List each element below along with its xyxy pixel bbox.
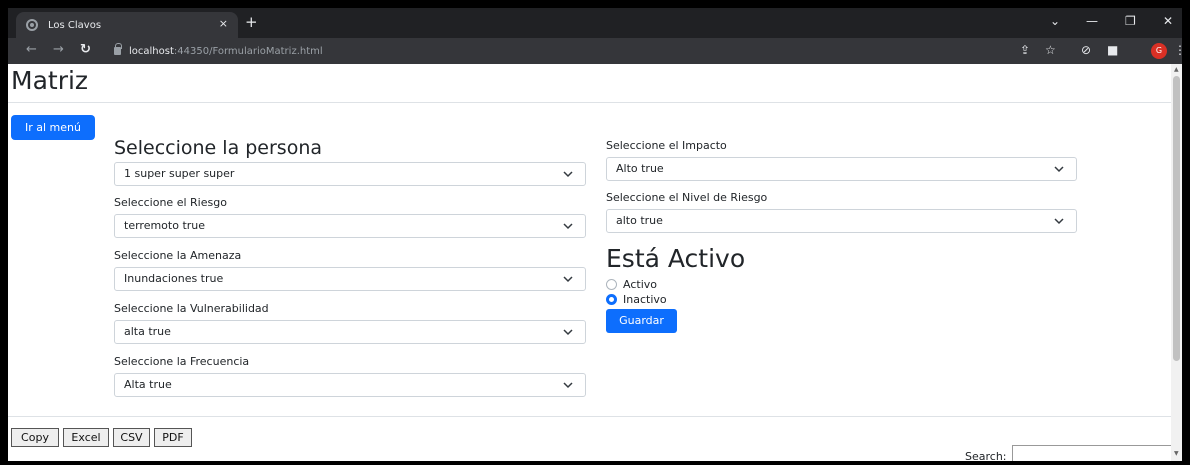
share-icon[interactable]: ⇪ xyxy=(1020,43,1030,57)
radio-inactivo-row[interactable]: Inactivo xyxy=(606,293,667,306)
chevron-down-icon xyxy=(563,171,573,178)
divider xyxy=(8,102,1171,103)
radio-inactivo-label: Inactivo xyxy=(623,293,667,306)
csv-button[interactable]: CSV xyxy=(113,428,150,447)
chevron-down-icon xyxy=(563,276,573,283)
persona-select[interactable]: 1 super super super xyxy=(114,162,586,186)
globe-icon xyxy=(26,19,38,31)
frecuencia-select[interactable]: Alta true xyxy=(114,373,586,397)
riesgo-select-value: terremoto true xyxy=(124,219,206,232)
amenaza-label: Seleccione la Amenaza xyxy=(114,249,242,262)
close-tab-icon[interactable]: × xyxy=(219,17,228,30)
chevron-down-icon xyxy=(563,382,573,389)
nivel-riesgo-select[interactable]: alto true xyxy=(606,209,1077,233)
persona-select-value: 1 super super super xyxy=(124,167,235,180)
extensions-icon[interactable]: ⊘ xyxy=(1081,43,1091,57)
excel-button[interactable]: Excel xyxy=(63,428,109,447)
riesgo-select[interactable]: terremoto true xyxy=(114,214,586,238)
persona-heading: Seleccione la persona xyxy=(114,137,323,159)
browser-tab[interactable]: Los Clavos × xyxy=(16,12,238,38)
page-viewport: Matriz Ir al menú Seleccione la persona … xyxy=(8,64,1182,461)
divider xyxy=(8,416,1171,417)
scroll-down-icon[interactable]: ▼ xyxy=(1174,450,1179,457)
impacto-select[interactable]: Alto true xyxy=(606,157,1077,181)
scrollbar-thumb[interactable] xyxy=(1173,76,1180,361)
radio-activo[interactable] xyxy=(606,279,617,290)
pdf-button[interactable]: PDF xyxy=(154,428,192,447)
radio-activo-label: Activo xyxy=(623,278,657,291)
restore-button[interactable]: ❐ xyxy=(1125,14,1136,28)
amenaza-select-value: Inundaciones true xyxy=(124,272,224,285)
vulnerabilidad-select[interactable]: alta true xyxy=(114,320,586,344)
scroll-up-icon[interactable]: ▲ xyxy=(1174,66,1179,73)
close-window-button[interactable]: ✕ xyxy=(1163,14,1173,28)
new-tab-button[interactable]: + xyxy=(245,15,258,30)
profile-avatar[interactable]: G xyxy=(1151,43,1167,59)
save-button[interactable]: Guardar xyxy=(606,309,677,333)
chevron-down-icon xyxy=(563,223,573,230)
chevron-down-icon xyxy=(563,329,573,336)
copy-button[interactable]: Copy xyxy=(11,428,59,447)
lock-icon[interactable] xyxy=(114,43,122,55)
chevron-down-icon xyxy=(1054,166,1064,173)
bookmark-star-icon[interactable]: ☆ xyxy=(1045,43,1056,57)
url-path: :44350/FormularioMatriz.html xyxy=(173,45,323,57)
vertical-scrollbar[interactable]: ▲ ▼ xyxy=(1171,64,1182,461)
vulnerabilidad-label: Seleccione la Vulnerabilidad xyxy=(114,302,269,315)
reload-button[interactable]: ↻ xyxy=(80,43,91,57)
search-label: Search: xyxy=(965,450,1007,461)
browser-tab-strip: Los Clavos × + ⌄ — ❐ ✕ xyxy=(8,8,1182,38)
activo-heading: Está Activo xyxy=(606,244,746,273)
tab-search-icon[interactable]: ⌄ xyxy=(1050,14,1060,28)
search-input[interactable] xyxy=(1012,445,1172,461)
address-bar[interactable]: localhost:44350/FormularioMatriz.html xyxy=(114,41,1014,61)
radio-inactivo[interactable] xyxy=(606,294,617,305)
impacto-label: Seleccione el Impacto xyxy=(606,139,727,152)
nivel-riesgo-label: Seleccione el Nivel de Riesgo xyxy=(606,191,768,204)
side-panel-icon[interactable]: ■ xyxy=(1107,43,1118,57)
riesgo-label: Seleccione el Riesgo xyxy=(114,196,227,209)
frecuencia-select-value: Alta true xyxy=(124,378,172,391)
frecuencia-label: Seleccione la Frecuencia xyxy=(114,355,250,368)
vulnerabilidad-select-value: alta true xyxy=(124,325,171,338)
browser-menu-icon[interactable]: ⋮ xyxy=(1174,43,1186,57)
tab-title: Los Clavos xyxy=(48,19,102,31)
nivel-riesgo-select-value: alto true xyxy=(616,214,663,227)
menu-button[interactable]: Ir al menú xyxy=(11,115,95,140)
url-host: localhost xyxy=(129,45,174,57)
chevron-down-icon xyxy=(1054,218,1064,225)
minimize-button[interactable]: — xyxy=(1086,14,1098,28)
impacto-select-value: Alto true xyxy=(616,162,664,175)
browser-toolbar: ← → ↻ localhost:44350/FormularioMatriz.h… xyxy=(8,38,1186,64)
radio-activo-row[interactable]: Activo xyxy=(606,278,657,291)
amenaza-select[interactable]: Inundaciones true xyxy=(114,267,586,291)
forward-button[interactable]: → xyxy=(53,43,64,57)
back-button[interactable]: ← xyxy=(26,43,37,57)
page-title: Matriz xyxy=(11,66,89,95)
